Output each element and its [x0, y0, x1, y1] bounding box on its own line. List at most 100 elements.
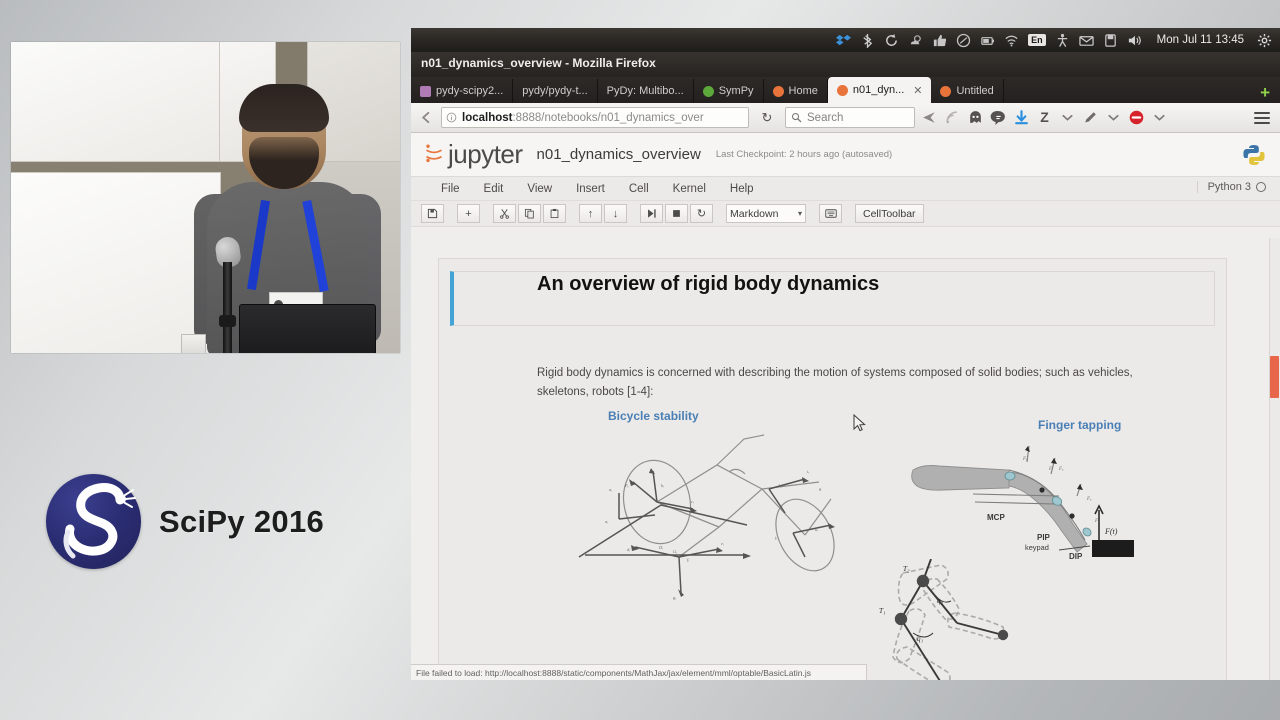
- tab-untitled[interactable]: Untitled: [931, 79, 1004, 103]
- menu-view[interactable]: View: [527, 183, 552, 195]
- cell-toolbar-button[interactable]: CellToolbar: [855, 204, 924, 223]
- adblock-icon[interactable]: [1128, 109, 1145, 126]
- jupyter-menu-bar: File Edit View Insert Cell Kernel Help P…: [411, 177, 1280, 201]
- volume-icon[interactable]: [1127, 33, 1142, 48]
- whiteboard-top-left: [11, 42, 221, 162]
- page-title: An overview of rigid body dynamics: [537, 273, 880, 295]
- url-bar[interactable]: localhost:8888/notebooks/n01_dynamics_ov…: [441, 107, 749, 128]
- page-scrollbar-track[interactable]: [1269, 238, 1280, 680]
- removable-media-icon[interactable]: [1103, 33, 1118, 48]
- close-tab-icon[interactable]: ✕: [913, 84, 922, 97]
- label-t2: T₂: [903, 565, 910, 573]
- keyboard-layout-indicator[interactable]: En: [1028, 34, 1046, 46]
- firefox-title-bar: n01_dynamics_overview - Mozilla Firefox: [411, 52, 1280, 77]
- menu-help[interactable]: Help: [730, 183, 754, 195]
- dropbox-icon[interactable]: [836, 33, 852, 48]
- svg-text:aᵢ: aᵢ: [605, 519, 608, 524]
- jupyter-favicon-icon: [940, 85, 952, 97]
- tab-pydy-multibody[interactable]: PyDy: Multibo...: [598, 79, 694, 103]
- insert-cell-below-button[interactable]: +: [457, 204, 480, 223]
- menu-kernel[interactable]: Kernel: [673, 183, 706, 195]
- weather-icon[interactable]: [908, 33, 923, 48]
- jupyter-logo[interactable]: jupyter: [425, 139, 523, 170]
- svg-text:q₁: q₁: [917, 635, 924, 643]
- kernel-indicator[interactable]: Python 3: [1196, 181, 1266, 193]
- run-cell-button[interactable]: [640, 204, 663, 223]
- interrupt-kernel-button[interactable]: [665, 204, 688, 223]
- copy-cell-button[interactable]: [518, 204, 541, 223]
- chevron-down-icon-3[interactable]: [1151, 109, 1168, 126]
- svg-text:Fₑ: Fₑ: [624, 483, 629, 488]
- menu-file[interactable]: File: [441, 183, 460, 195]
- caption-bicycle-stability: Bicycle stability: [608, 409, 699, 423]
- save-button[interactable]: [421, 204, 444, 223]
- mail-icon[interactable]: [1078, 33, 1094, 48]
- page-scrollbar-thumb[interactable]: [1270, 356, 1279, 398]
- svg-text:θ: θ: [819, 487, 822, 492]
- notebook-name[interactable]: n01_dynamics_overview: [537, 146, 701, 163]
- svg-text:eᵢ: eᵢ: [721, 541, 724, 546]
- svg-text:kᵣ: kᵣ: [815, 527, 818, 532]
- move-cell-up-button[interactable]: ↑: [579, 204, 602, 223]
- jupyter-header: jupyter n01_dynamics_overview Last Check…: [411, 133, 1280, 177]
- wifi-icon[interactable]: [1004, 33, 1019, 48]
- svg-text:jᵢ: jᵢ: [774, 535, 777, 540]
- back-button[interactable]: [417, 109, 435, 127]
- svg-text:iᵣ: iᵣ: [807, 469, 809, 474]
- zotero-icon[interactable]: Z: [1036, 109, 1053, 126]
- thumbs-up-icon[interactable]: [932, 33, 947, 48]
- menu-cell[interactable]: Cell: [629, 183, 649, 195]
- paste-cell-button[interactable]: [543, 204, 566, 223]
- hangouts-icon[interactable]: [990, 109, 1007, 126]
- system-settings-icon[interactable]: [1257, 33, 1272, 48]
- feed-icon[interactable]: [944, 109, 961, 126]
- svg-text:hᵢ: hᵢ: [779, 483, 782, 488]
- tab-pydy-github[interactable]: pydy/pydy-t...: [513, 79, 598, 103]
- tab-jupyter-home[interactable]: Home: [764, 79, 828, 103]
- cell-type-value: Markdown: [730, 207, 779, 220]
- restart-kernel-button[interactable]: ↻: [690, 204, 713, 223]
- ghostery-icon[interactable]: [967, 109, 984, 126]
- command-palette-button[interactable]: [819, 204, 842, 223]
- microphone-clip: [219, 315, 236, 327]
- menu-insert[interactable]: Insert: [576, 183, 605, 195]
- firefox-browser-window: En Mon Jul 11 13:45 n01_dynamics_overvie…: [411, 28, 1280, 680]
- pencil-icon[interactable]: [1082, 109, 1099, 126]
- page-info-icon[interactable]: [446, 112, 457, 123]
- pocket-icon[interactable]: [921, 109, 938, 126]
- status-message: File failed to load: http://localhost:88…: [416, 667, 811, 678]
- search-bar[interactable]: Search: [785, 107, 915, 128]
- chevron-down-icon[interactable]: [1059, 109, 1076, 126]
- bluetooth-share-icon[interactable]: [860, 33, 875, 48]
- system-clock[interactable]: Mon Jul 11 13:45: [1157, 34, 1244, 46]
- cell-type-select[interactable]: Markdown ▾: [726, 204, 806, 223]
- svg-text:gᵢ: gᵢ: [673, 595, 676, 600]
- scipy-snake-icon: [46, 474, 141, 569]
- tab-label: Home: [788, 85, 818, 97]
- jupyter-logo-text: jupyter: [448, 139, 523, 169]
- menu-edit[interactable]: Edit: [484, 183, 504, 195]
- accessibility-icon[interactable]: [1055, 33, 1070, 48]
- tab-sympy[interactable]: SymPy: [694, 79, 764, 103]
- downloads-icon[interactable]: [1013, 109, 1030, 126]
- sync-icon[interactable]: [884, 33, 899, 48]
- jupyter-logo-icon: [426, 144, 442, 163]
- hamburger-menu-icon[interactable]: [1254, 111, 1274, 124]
- new-tab-button[interactable]: +: [1260, 84, 1280, 103]
- url-path: :8888/notebooks/n01_dynamics_over: [512, 111, 704, 124]
- move-cell-down-button[interactable]: ↓: [604, 204, 627, 223]
- chevron-down-icon-2[interactable]: [1105, 109, 1122, 126]
- tab-label: PyDy: Multibo...: [606, 85, 684, 97]
- firefox-tab-strip: pydy-scipy2... pydy/pydy-t... PyDy: Mult…: [411, 77, 1280, 103]
- svg-text:cᵣ: cᵣ: [691, 499, 694, 504]
- battery-icon[interactable]: [980, 33, 995, 48]
- window-title: n01_dynamics_overview - Mozilla Firefox: [421, 56, 656, 70]
- cut-cell-button[interactable]: [493, 204, 516, 223]
- svg-text:Fᵢ: Fᵢ: [1048, 467, 1053, 472]
- tab-n01-dynamics-active[interactable]: n01_dyn... ✕: [827, 77, 932, 103]
- svg-text:Fᵣ: Fᵣ: [1022, 457, 1028, 462]
- shield-icon[interactable]: [956, 33, 971, 48]
- label-pip: PIP: [1037, 533, 1051, 542]
- tab-pydy-scipy2[interactable]: pydy-scipy2...: [411, 79, 514, 103]
- reload-button[interactable]: ↻: [755, 107, 779, 128]
